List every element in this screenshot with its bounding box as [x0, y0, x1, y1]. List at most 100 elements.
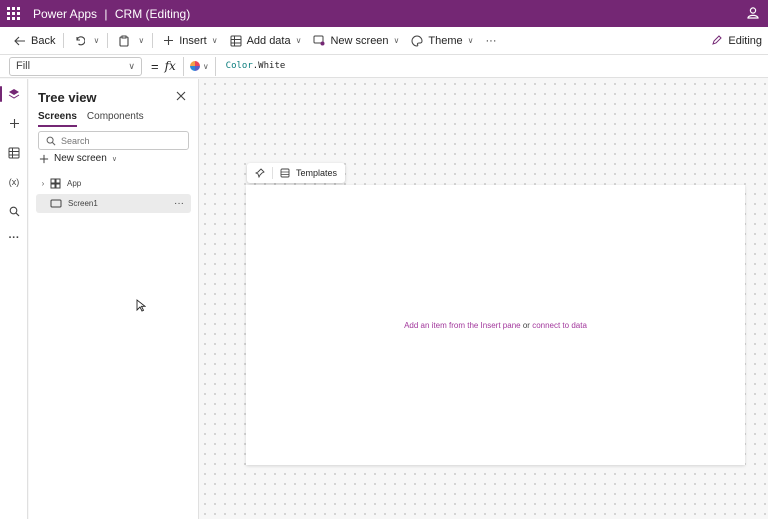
tree-tabs: Screens Components	[38, 111, 144, 127]
more-rail-button[interactable]: ···	[0, 226, 28, 250]
undo-icon	[76, 36, 86, 46]
divider	[107, 33, 109, 48]
arrow-left-icon	[14, 36, 25, 45]
mouse-cursor-icon	[136, 299, 146, 312]
more-options-icon[interactable]: ···	[174, 198, 184, 209]
table-icon	[230, 35, 242, 46]
pencil-icon	[712, 35, 723, 45]
chevron-down-icon: ∨	[111, 155, 117, 163]
formula-member: .White	[252, 61, 286, 71]
tree-view-rail-button[interactable]	[0, 82, 28, 106]
new-screen-label: New screen	[330, 34, 389, 47]
close-icon[interactable]	[176, 91, 186, 101]
data-icon	[8, 147, 20, 159]
command-bar: Back ∨ ∨ Insert ∨ Add data ∨ New screen …	[0, 27, 768, 54]
plus-icon	[9, 118, 19, 128]
divider	[182, 56, 184, 76]
equals-sign: =	[151, 58, 159, 74]
more-commands-button[interactable]: ···	[480, 27, 503, 54]
connect-data-link[interactable]: connect to data	[532, 321, 587, 330]
templates-icon	[280, 168, 290, 178]
search-icon	[46, 136, 56, 145]
fx-icon[interactable]: fx	[165, 59, 176, 73]
property-value: Fill	[16, 60, 31, 72]
chevron-down-icon: ∨	[128, 60, 135, 71]
paste-button[interactable]	[110, 27, 134, 54]
editing-label: Editing	[728, 34, 762, 47]
app-title: Power Apps | CRM (Editing)	[33, 7, 190, 21]
empty-screen-hint: Add an item from the Insert pane or conn…	[246, 321, 745, 330]
tab-screens[interactable]: Screens	[38, 111, 77, 127]
color-picker-button[interactable]: ∨	[189, 61, 209, 71]
search-input[interactable]	[61, 135, 181, 146]
tree-node-label: Screen1	[68, 199, 98, 208]
app-name: CRM (Editing)	[114, 6, 191, 21]
chevron-down-icon: ∨	[467, 36, 474, 45]
tree-node-screen1[interactable]: Screen1 ···	[36, 194, 191, 213]
plus-icon	[164, 36, 174, 45]
color-wheel-icon	[189, 61, 200, 71]
back-label: Back	[31, 34, 56, 47]
hint-or: or	[522, 321, 530, 330]
variables-icon: (x)	[8, 177, 20, 187]
formula-bar: Fill ∨ = fx ∨ Color.White	[0, 54, 768, 78]
insert-pane-link[interactable]: Add an item from the Insert pane	[404, 321, 521, 330]
paste-icon	[119, 35, 129, 47]
add-data-label: Add data	[246, 34, 291, 47]
property-dropdown[interactable]: Fill ∨	[9, 56, 142, 76]
title-separator: |	[104, 6, 108, 21]
undo-dropdown[interactable]: ∨	[89, 27, 105, 54]
tree-search-box[interactable]	[38, 131, 189, 150]
add-data-button[interactable]: Add data ∨	[224, 27, 308, 54]
back-button[interactable]: Back	[0, 27, 61, 54]
tree-node-label: App	[67, 179, 82, 188]
chevron-down-icon: ∨	[202, 61, 209, 71]
variables-rail-button[interactable]: (x)	[0, 170, 28, 194]
insert-button[interactable]: Insert ∨	[155, 27, 223, 54]
tab-components[interactable]: Components	[87, 111, 144, 127]
more-icon: ···	[8, 232, 20, 244]
more-icon: ···	[485, 34, 497, 47]
search-icon	[9, 206, 19, 216]
chevron-down-icon: ∨	[211, 36, 218, 45]
undo-button[interactable]	[66, 27, 89, 54]
app-icon	[50, 178, 61, 189]
divider	[214, 56, 216, 76]
insert-label: Insert	[179, 34, 207, 47]
tree-node-app[interactable]: › App	[36, 174, 191, 193]
screen-icon	[50, 199, 62, 208]
theme-label: Theme	[428, 34, 463, 47]
editing-status[interactable]: Editing	[711, 27, 762, 54]
divider	[152, 33, 154, 48]
design-canvas[interactable]: Templates Add an item from the Insert pa…	[200, 79, 768, 519]
search-rail-button[interactable]	[0, 199, 28, 223]
divider	[272, 167, 273, 179]
pin-icon[interactable]	[255, 168, 265, 178]
insert-rail-button[interactable]	[0, 111, 28, 135]
templates-label: Templates	[296, 168, 338, 178]
chevron-right-icon[interactable]: ›	[38, 179, 48, 188]
user-icon[interactable]	[746, 6, 760, 20]
divider	[63, 33, 65, 48]
palette-icon	[411, 34, 423, 47]
templates-button[interactable]: Templates	[280, 168, 337, 178]
title-bar: Power Apps | CRM (Editing)	[0, 0, 768, 27]
chevron-down-icon: ∨	[93, 36, 100, 45]
new-screen-button[interactable]: New screen ∨	[307, 27, 405, 54]
formula-object: Color	[225, 61, 253, 71]
product-name: Power Apps	[33, 6, 98, 21]
chevron-down-icon: ∨	[393, 36, 400, 45]
app-launcher-icon[interactable]	[0, 0, 26, 27]
templates-toolbar: Templates	[247, 163, 346, 183]
data-rail-button[interactable]	[0, 141, 28, 165]
layers-icon	[8, 89, 20, 99]
formula-input[interactable]: Color.White	[226, 61, 286, 71]
tree-view-panel: Tree view Screens Components New screen …	[29, 79, 199, 519]
screen1-canvas[interactable]: Add an item from the Insert pane or conn…	[246, 185, 745, 465]
new-screen-icon	[313, 35, 325, 46]
new-screen-tree-button[interactable]: New screen ∨	[39, 153, 117, 164]
plus-icon	[39, 154, 49, 163]
theme-button[interactable]: Theme ∨	[405, 27, 479, 54]
panel-title: Tree view	[38, 90, 97, 105]
paste-dropdown[interactable]: ∨	[134, 27, 150, 54]
